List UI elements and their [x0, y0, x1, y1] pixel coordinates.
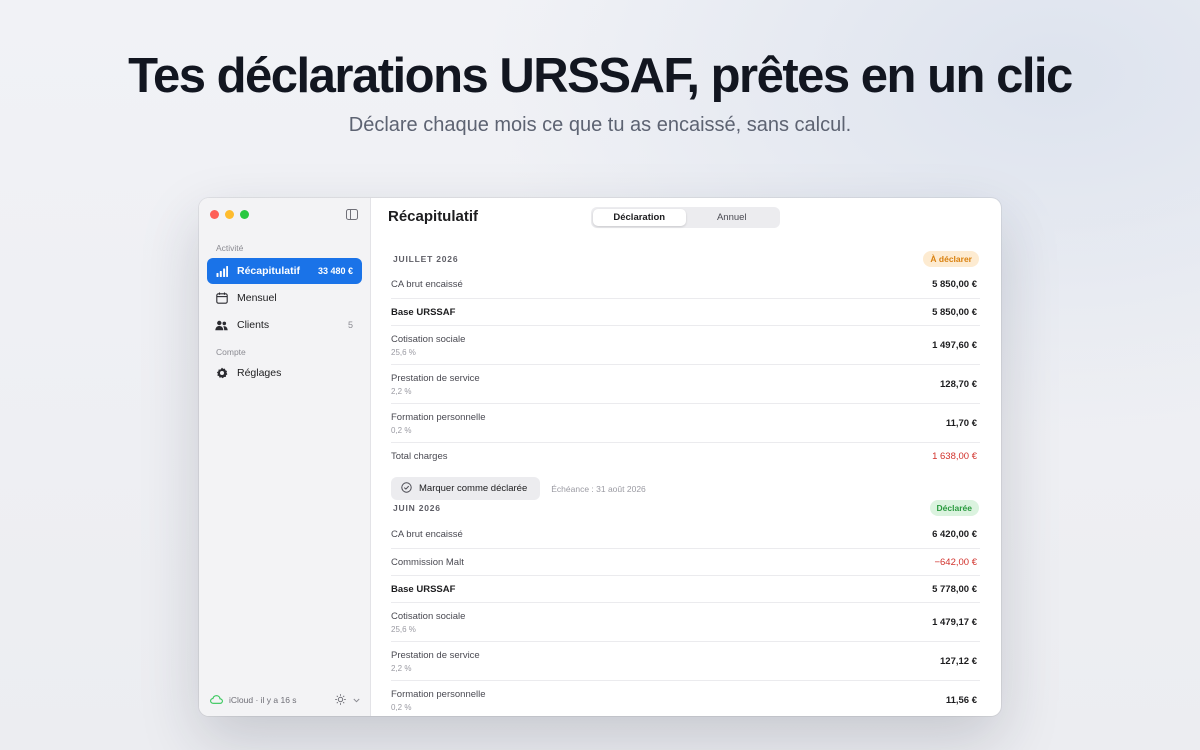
sidebar: Activité Récapitulatif 33 480 € Mensuel … — [199, 198, 371, 716]
sidebar-item-badge: 33 480 € — [317, 266, 353, 276]
calendar-icon — [215, 292, 228, 305]
period-header: JUILLET 2026 À déclarer — [391, 249, 979, 269]
deadline-text: Échéance : 31 août 2026 — [551, 483, 646, 494]
row-value: 1 479,17 € — [932, 616, 977, 628]
mark-declared-button[interactable]: Marquer comme déclarée — [391, 477, 541, 500]
sidebar-item-label: Réglages — [237, 367, 282, 379]
row-rate: 0,2 % — [391, 425, 412, 435]
app-window: Activité Récapitulatif 33 480 € Mensuel … — [199, 198, 1001, 716]
row-label: CA brut encaissé — [391, 279, 463, 290]
row-label: Prestation de service — [391, 372, 480, 384]
row-label: Base URSSAF — [391, 306, 456, 318]
tab-annuel[interactable]: Annuel — [686, 209, 779, 226]
row-label: Formation personnelle — [391, 411, 486, 423]
sidebar-item-label: Clients — [237, 319, 270, 331]
table-row: Base URSSAF 5 850,00 € — [391, 299, 980, 326]
sidebar-toggle-icon[interactable] — [346, 209, 358, 220]
row-value: 127,12 € — [940, 655, 977, 667]
row-value: 5 850,00 € — [932, 306, 977, 318]
zoom-window-button[interactable] — [240, 210, 249, 219]
table-row: Prestation de service 2,2 % 128,70 € — [391, 365, 980, 404]
people-icon — [215, 319, 228, 332]
close-window-button[interactable] — [210, 210, 219, 219]
sun-icon[interactable] — [335, 693, 346, 707]
row-rate: 2,2 % — [391, 386, 412, 396]
row-rate: 2,2 % — [391, 663, 412, 673]
sidebar-item-clients[interactable]: Clients 5 — [207, 312, 362, 338]
row-value: 11,70 € — [945, 417, 977, 429]
table-row: CA brut encaissé 5 850,00 € — [391, 271, 980, 299]
row-label: Cotisation sociale — [391, 610, 466, 622]
row-value: 6 420,00 € — [932, 529, 977, 540]
row-label: Base URSSAF — [391, 583, 456, 595]
page-title: Récapitulatif — [388, 208, 479, 225]
checkmark-circle-icon — [401, 481, 412, 496]
row-rate: 25,6 % — [391, 347, 416, 357]
table-row: Cotisation sociale 25,6 % 1 497,60 € — [391, 326, 980, 365]
main-panel: Récapitulatif Déclaration Annuel JUILLET… — [371, 198, 1001, 716]
row-label: CA brut encaissé — [391, 529, 463, 540]
gear-icon — [215, 367, 228, 380]
tab-declaration[interactable]: Déclaration — [593, 209, 686, 226]
mark-declared-label: Marquer comme déclarée — [419, 483, 528, 494]
hero-subline: Déclare chaque mois ce que tu as encaiss… — [348, 114, 852, 136]
row-label: Total charges — [391, 451, 448, 462]
table-row: CA brut encaissé 6 420,00 € — [391, 521, 980, 549]
row-label: Commission Malt — [391, 556, 464, 568]
minimize-window-button[interactable] — [225, 210, 234, 219]
table-row: Base URSSAF 5 778,00 € — [391, 576, 980, 603]
sidebar-item-mensuel[interactable]: Mensuel — [207, 285, 362, 311]
period-actions: Marquer comme déclarée Échéance : 31 aoû… — [391, 477, 646, 500]
sidebar-item-badge: 5 — [347, 320, 353, 330]
row-rate: 25,6 % — [391, 624, 416, 634]
period-title: JUILLET 2026 — [393, 254, 459, 264]
table-row: Total charges 1 638,00 € — [391, 443, 980, 470]
table-row: Prestation de service 2,2 % 127,12 € — [391, 642, 980, 681]
sync-status-text: iCloud · il y a 16 s — [229, 695, 297, 705]
table-row: Formation personnelle 0,2 % 11,70 € — [391, 404, 980, 443]
view-segmented-control: Déclaration Annuel — [591, 207, 780, 228]
row-value: 5 778,00 € — [932, 583, 977, 595]
row-value: 11,56 € — [945, 695, 977, 706]
row-label: Cotisation sociale — [391, 333, 466, 345]
row-value: 1 497,60 € — [932, 339, 977, 351]
row-rate: 0,2 % — [391, 703, 412, 712]
window-controls — [210, 210, 249, 219]
section-label-activite: Activité — [216, 243, 244, 253]
cloud-icon — [210, 694, 223, 706]
chart-bars-icon — [215, 265, 228, 278]
table-row: Commission Malt −642,00 € — [391, 549, 980, 576]
status-badge: Déclarée — [929, 500, 979, 516]
declaration-scroll-area[interactable]: JUILLET 2026 À déclarer CA brut encaissé… — [371, 242, 1001, 716]
status-badge: À déclarer — [923, 251, 979, 267]
row-value: 128,70 € — [940, 378, 977, 390]
total-charges-value: 1 638,00 € — [932, 451, 977, 462]
sidebar-item-label: Mensuel — [237, 292, 277, 304]
table-row: Formation personnelle 0,2 % 11,56 € — [391, 681, 980, 716]
sidebar-item-label: Récapitulatif — [237, 265, 301, 277]
sync-status-bar: iCloud · il y a 16 s — [210, 692, 360, 708]
row-label: Prestation de service — [391, 649, 480, 661]
section-label-compte: Compte — [216, 347, 246, 357]
period-header: JUIN 2026 Déclarée — [391, 498, 979, 518]
table-row: Cotisation sociale 25,6 % 1 479,17 € — [391, 603, 980, 642]
sidebar-item-recapitulatif[interactable]: Récapitulatif 33 480 € — [207, 258, 362, 284]
sidebar-item-reglages[interactable]: Réglages — [207, 360, 362, 386]
hero-headline: Tes déclarations URSSAF, prêtes en un cl… — [128, 49, 1073, 103]
chevron-down-icon[interactable] — [353, 695, 360, 705]
row-value: 5 850,00 € — [932, 279, 977, 290]
commission-value: −642,00 € — [934, 556, 977, 568]
row-label: Formation personnelle — [391, 689, 486, 700]
period-title: JUIN 2026 — [393, 503, 441, 513]
